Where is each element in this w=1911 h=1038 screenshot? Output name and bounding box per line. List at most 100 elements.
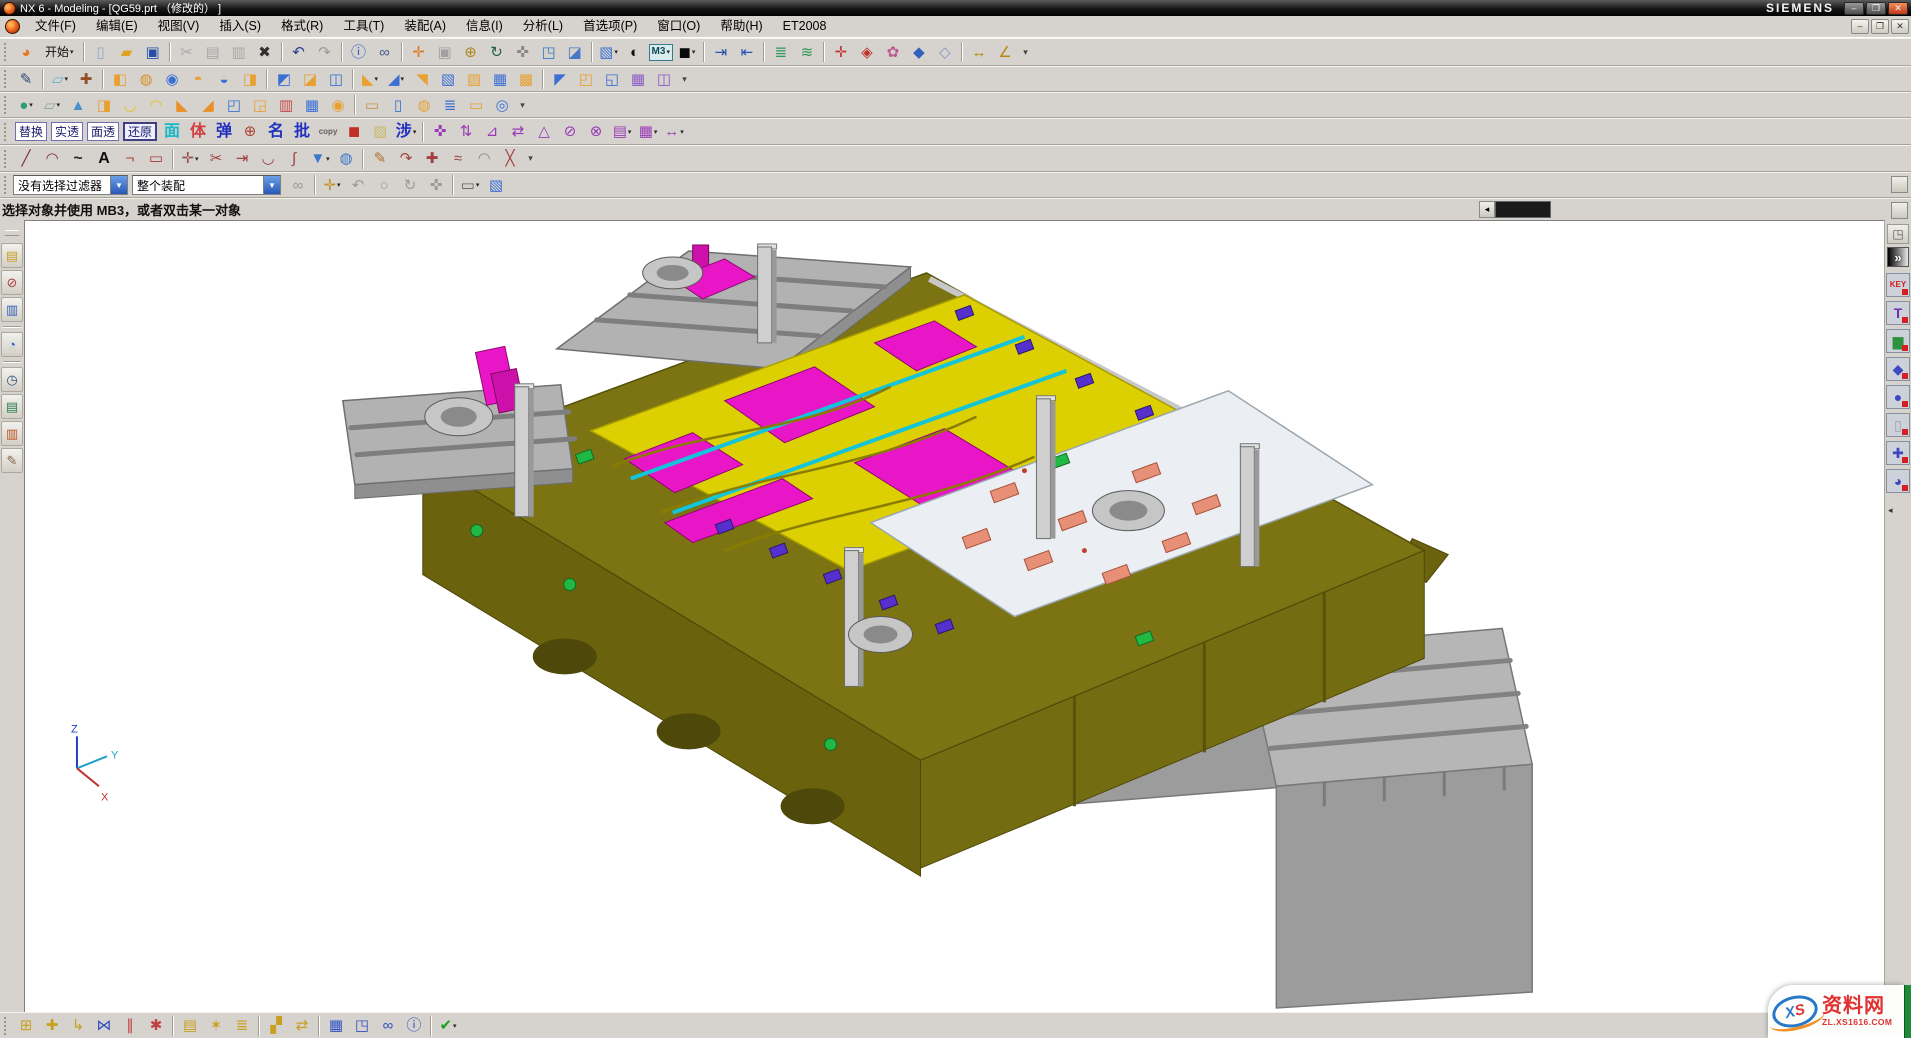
tube-button[interactable]: ◍	[412, 94, 436, 116]
scrollbar-end-strip[interactable]	[1904, 985, 1911, 1038]
pattern-component-button[interactable]: ▞	[264, 1015, 288, 1037]
selection-scope-combo[interactable]: 整个装配 ▼	[132, 175, 281, 195]
palette-item-punch[interactable]: T	[1886, 301, 1910, 325]
mdi-close-button[interactable]: ✕	[1891, 19, 1909, 34]
erase-display-button[interactable]: ◪	[563, 41, 587, 63]
cylinder-tool-button[interactable]: ◍	[334, 148, 358, 170]
selection-scope-dropdown[interactable]: ▼	[263, 176, 280, 194]
verify-assembly-button[interactable]: ✔▾	[436, 1015, 460, 1037]
rotate-selection-button[interactable]: ↻	[398, 174, 422, 196]
offset-curve-button[interactable]: ∫	[282, 148, 306, 170]
hide-component-button[interactable]: ⇤	[735, 41, 759, 63]
point-button[interactable]: ✚	[74, 68, 98, 90]
save-button[interactable]: ▣	[141, 41, 165, 63]
pan-selection-button[interactable]: ✜	[424, 174, 448, 196]
menu-information[interactable]: 信息(I)	[457, 18, 512, 36]
lift-component-button[interactable]: ⇅	[454, 121, 478, 143]
interference-check-button[interactable]: ∥	[118, 1015, 142, 1037]
rectangle-button[interactable]: ▭	[144, 148, 168, 170]
mdi-minimize-button[interactable]: –	[1851, 19, 1869, 34]
sequence-button[interactable]: ≣	[230, 1015, 254, 1037]
redo-button[interactable]: ↷	[313, 41, 337, 63]
replace-component-button[interactable]: ⇄	[290, 1015, 314, 1037]
menu-format[interactable]: 格式(R)	[272, 18, 332, 36]
unite-button[interactable]: ◩	[272, 68, 296, 90]
dropdown-arrow[interactable]: ▾	[65, 75, 69, 83]
part-navigator-tab[interactable]: ▥	[1, 297, 23, 322]
open-box-button[interactable]: ◰	[222, 94, 246, 116]
dropdown-arrow[interactable]: ▾	[666, 48, 670, 56]
dropdown-arrow[interactable]: ▾	[401, 75, 405, 83]
dropdown-arrow[interactable]: ▾	[476, 181, 480, 189]
measure-component-button[interactable]: ↔▾	[662, 121, 686, 143]
palette-collapse-button[interactable]: ◂	[1887, 499, 1894, 521]
minimize-button[interactable]: –	[1844, 2, 1864, 15]
layer-settings-button[interactable]: ≣	[769, 41, 793, 63]
mdi-restore-button[interactable]: ❐	[1871, 19, 1889, 34]
palette-item-bushing[interactable]: ▯	[1886, 413, 1910, 437]
remove-component-button[interactable]: ⊗	[584, 121, 608, 143]
dropdown-arrow[interactable]: ▾	[628, 128, 632, 136]
copy-button[interactable]: ▤	[201, 41, 225, 63]
axis-align-button[interactable]: ⊘	[558, 121, 582, 143]
find-button[interactable]: ∞	[373, 41, 397, 63]
revolve-button[interactable]: ◍	[134, 68, 158, 90]
menu-preferences[interactable]: 首选项(P)	[574, 18, 646, 36]
swap-component-button[interactable]: ⇄	[506, 121, 530, 143]
restore-view-button[interactable]: 还原	[123, 122, 157, 141]
shell-button[interactable]: ▧	[436, 68, 460, 90]
dropdown-arrow[interactable]: ▾	[413, 128, 417, 136]
dependencies-button[interactable]: ∞	[376, 1015, 400, 1037]
intersect-button[interactable]: ◫	[324, 68, 348, 90]
replace-view-button[interactable]: 替换	[15, 122, 47, 141]
measure-distance-button[interactable]: ↔	[967, 41, 991, 63]
draft-button[interactable]: ◥	[410, 68, 434, 90]
dropdown-arrow[interactable]: ▾	[654, 128, 658, 136]
rib-button[interactable]: ≣	[438, 94, 462, 116]
menu-assemblies[interactable]: 装配(A)	[395, 18, 455, 36]
translucent-cube-button[interactable]: ▨	[368, 121, 392, 143]
menu-et2008[interactable]: ET2008	[774, 18, 836, 36]
reuse-library-tab[interactable]: ◔	[1, 332, 23, 357]
dropdown-arrow[interactable]: ▾	[195, 155, 199, 163]
line-button[interactable]: ╱	[14, 148, 38, 170]
palette-item-die-insert[interactable]: ▆	[1886, 329, 1910, 353]
boss-button[interactable]: ◓	[186, 68, 210, 90]
face-display-button[interactable]: 面	[160, 121, 184, 143]
menu-window[interactable]: 窗口(O)	[648, 18, 709, 36]
palette-item-plate[interactable]: ●	[1886, 385, 1910, 409]
dropdown-arrow[interactable]: ▾	[614, 48, 618, 56]
menu-analysis[interactable]: 分析(L)	[514, 18, 572, 36]
constraint-navigator-tab[interactable]: ⊘	[1, 270, 23, 295]
menu-view[interactable]: 视图(V)	[149, 18, 209, 36]
dropdown-arrow[interactable]: ▾	[70, 48, 74, 56]
quick-trim-button[interactable]: ✂	[204, 148, 228, 170]
paste-button[interactable]: ▥	[227, 41, 251, 63]
component-info-button[interactable]: ⓘ	[402, 1015, 426, 1037]
system-scenes-tab[interactable]: ▤	[1, 394, 23, 419]
menu-insert[interactable]: 插入(S)	[210, 18, 270, 36]
selection-filter-dropdown[interactable]: ▼	[110, 176, 127, 194]
smooth-spline-button[interactable]: ≈	[446, 148, 470, 170]
grid-block-button[interactable]: ▦	[300, 94, 324, 116]
roles-tab[interactable]: ✎	[1, 448, 23, 473]
copy-component-button[interactable]: ▤▾	[610, 121, 634, 143]
cavity-button[interactable]: ◲	[248, 94, 272, 116]
dropdown-arrow[interactable]: ▾	[692, 48, 696, 56]
split-body-button[interactable]: ◰	[574, 68, 598, 90]
menu-edit[interactable]: 编辑(E)	[87, 18, 147, 36]
edit-parameters-button[interactable]: ✎	[368, 148, 392, 170]
copy-object-button[interactable]: copy	[316, 121, 340, 143]
bend-button[interactable]: ◡	[118, 94, 142, 116]
subtract-button[interactable]: ◪	[298, 68, 322, 90]
face-translucent-button[interactable]: 面透	[87, 122, 119, 141]
scroll-track[interactable]	[1495, 201, 1551, 218]
spline-button[interactable]: ~	[66, 148, 90, 170]
funnel-tool-button[interactable]: ▼▾	[308, 148, 332, 170]
spring-tool-button[interactable]: 弹	[212, 121, 236, 143]
palette-expand-button[interactable]: »	[1887, 247, 1909, 267]
edit-object-display-button[interactable]: ◆	[907, 41, 931, 63]
swap-model-button[interactable]: ●▾	[14, 94, 38, 116]
selection-bar-overflow-button[interactable]	[1891, 176, 1908, 193]
sketch-button[interactable]: ✎	[14, 68, 38, 90]
